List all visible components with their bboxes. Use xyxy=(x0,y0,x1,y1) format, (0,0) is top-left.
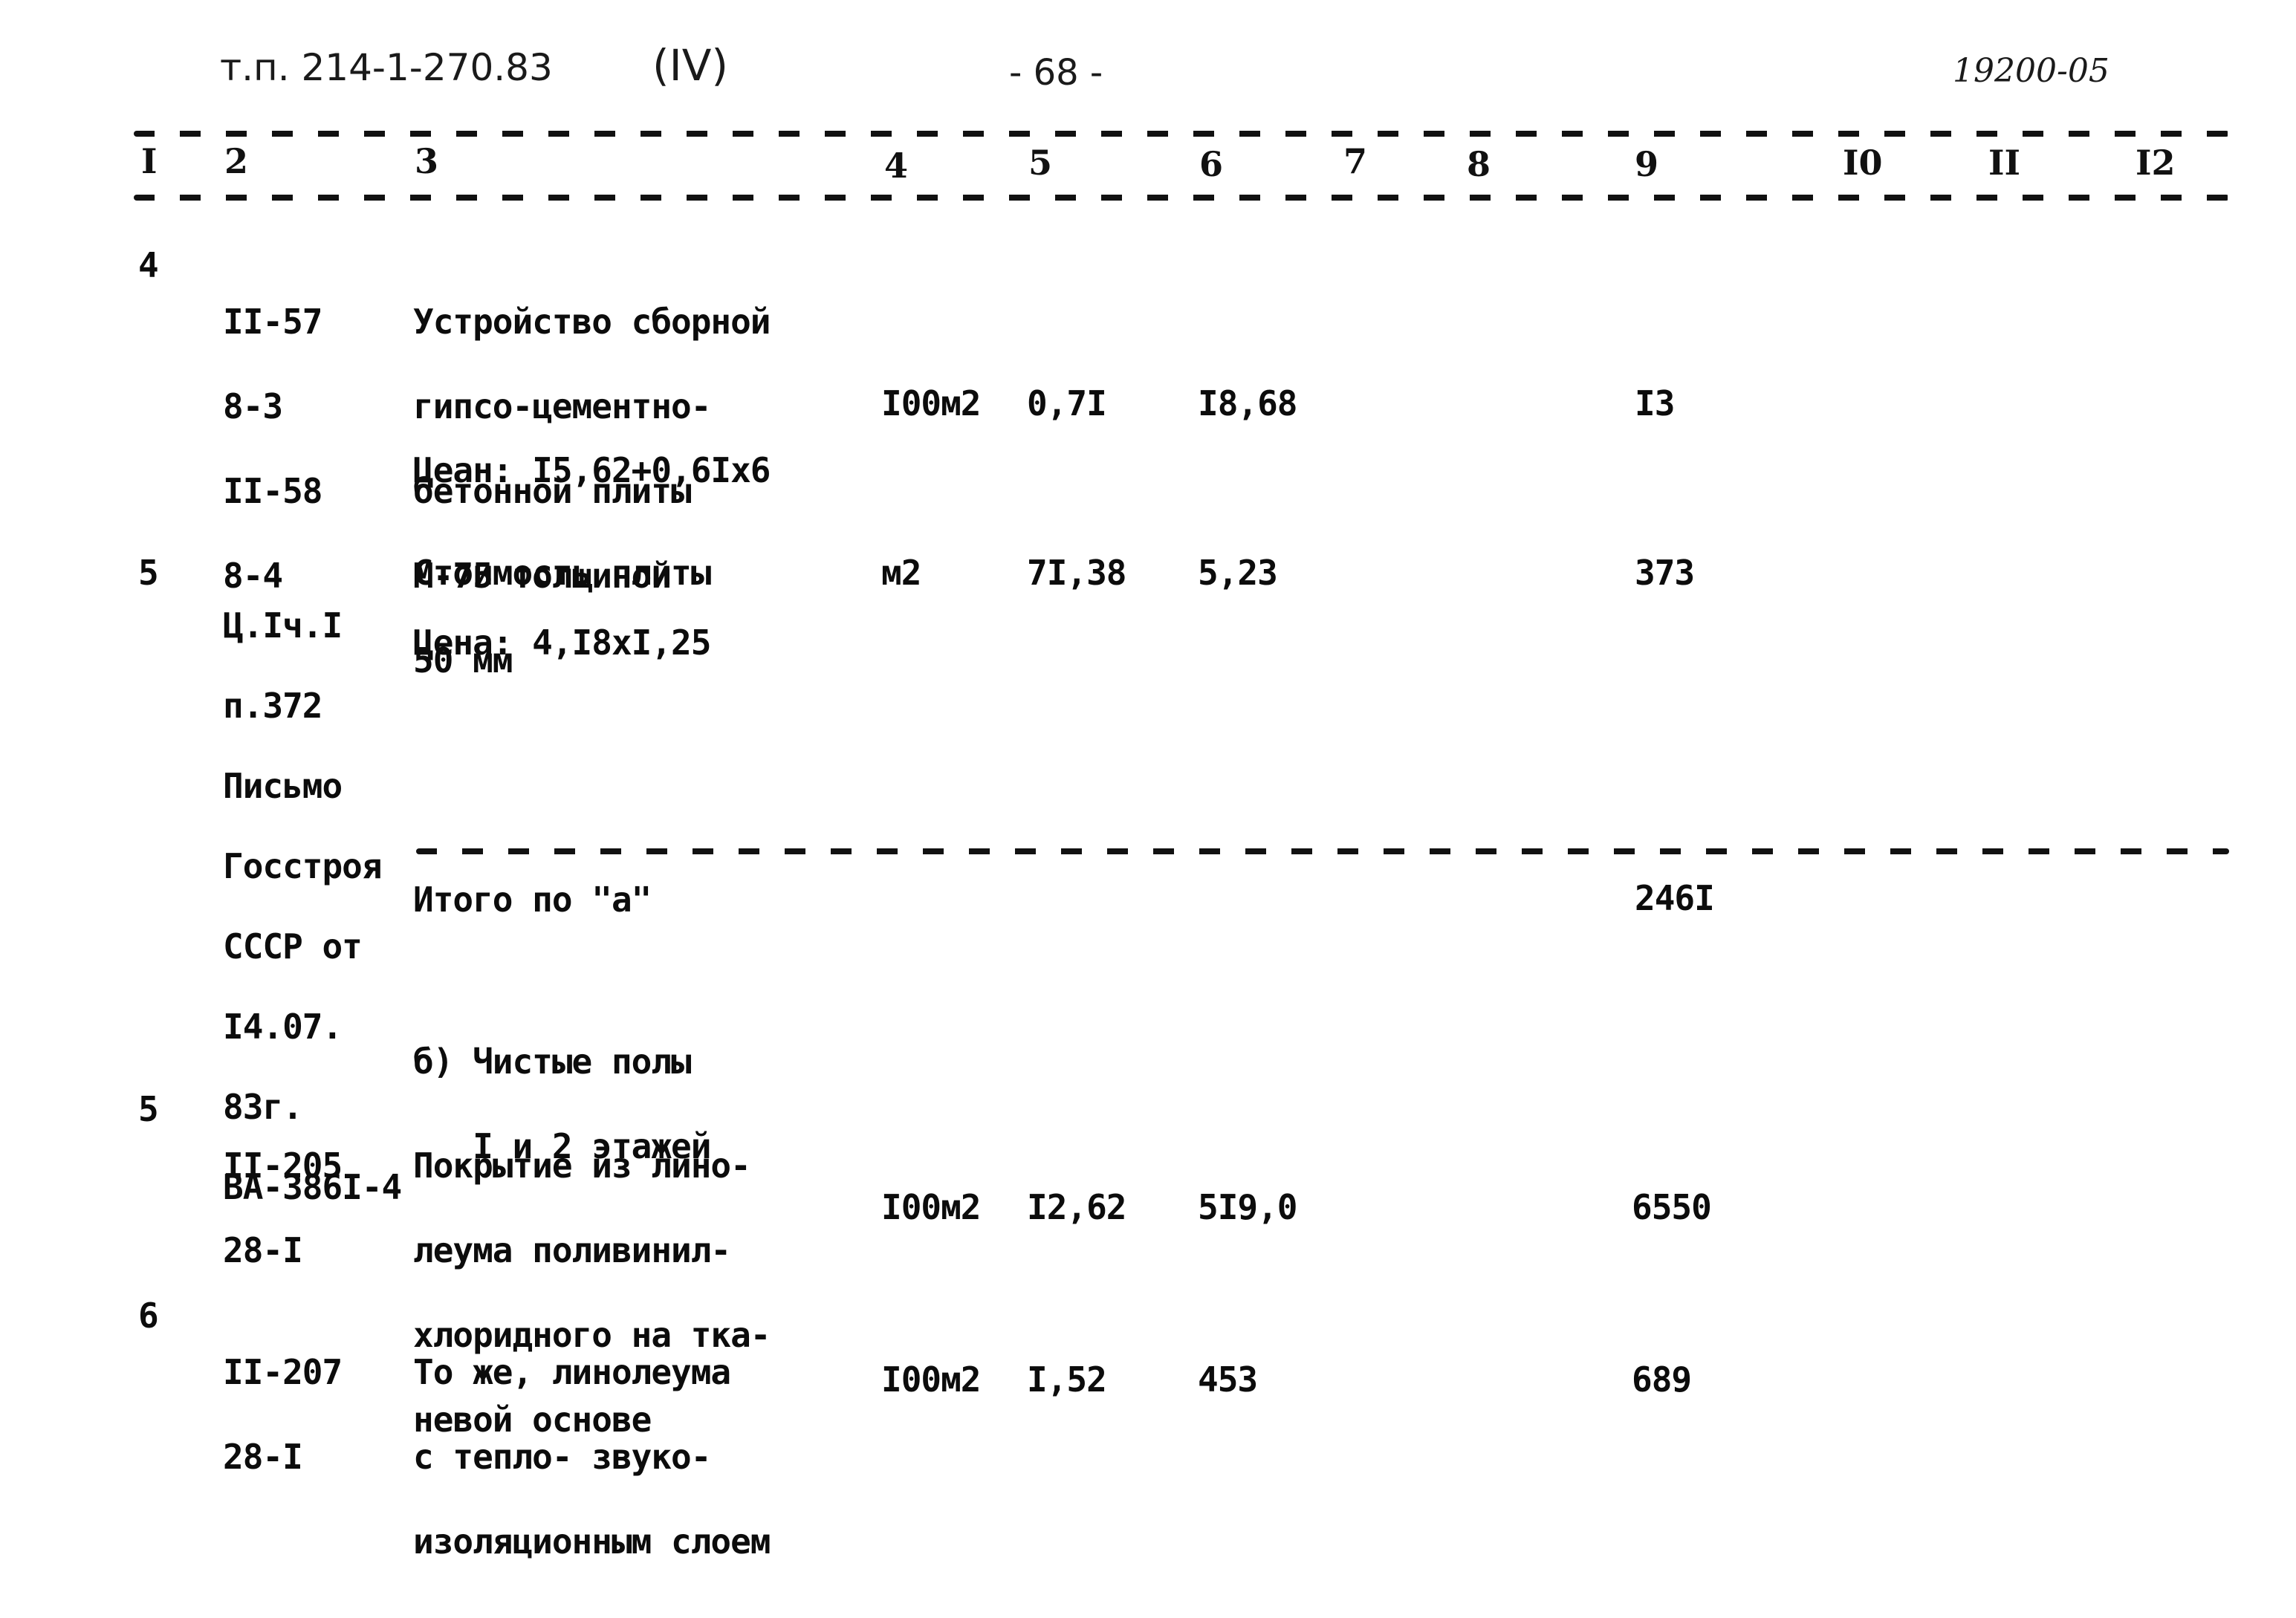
column-header: 5 xyxy=(1028,143,1053,183)
price-note: Цена: 4,I8xI,25 xyxy=(413,623,711,663)
row-number: 6 xyxy=(138,1296,159,1336)
row-number: 5 xyxy=(138,553,159,593)
row-number: 4 xyxy=(138,245,159,285)
unit: I00м2 xyxy=(881,383,981,423)
unit: I00м2 xyxy=(881,1187,981,1227)
unit-price: 5,23 xyxy=(1198,553,1278,593)
total-cost: 373 xyxy=(1635,553,1695,593)
quantity: I2,62 xyxy=(1027,1187,1126,1227)
column-header: 6 xyxy=(1199,144,1224,184)
column-header: 8 xyxy=(1467,144,1491,184)
column-header: 9 xyxy=(1635,144,1659,184)
document-reference: т.п. 214-1-270.83 xyxy=(220,46,553,89)
column-header: 4 xyxy=(884,146,909,186)
column-header: I2 xyxy=(2136,143,2176,183)
column-header: I xyxy=(141,141,158,181)
archive-number: 19200-05 xyxy=(1953,52,2109,90)
unit-price: 453 xyxy=(1198,1359,1258,1400)
subtotal-total: 246I xyxy=(1635,878,1715,918)
row-number: 5 xyxy=(138,1089,159,1129)
column-header: 3 xyxy=(415,141,439,181)
header-bottom-rule xyxy=(134,195,2229,201)
column-header: II xyxy=(1988,143,2021,183)
column-header: 7 xyxy=(1343,141,1368,181)
row-description: Стоимость плиты xyxy=(413,553,711,593)
total-cost: I3 xyxy=(1635,383,1675,423)
row-codes: II-207 28-I xyxy=(223,1352,343,1477)
column-header: 2 xyxy=(224,141,249,181)
total-cost: 689 xyxy=(1632,1359,1692,1400)
quantity: I,52 xyxy=(1027,1359,1107,1400)
row-codes: II-205 28-I xyxy=(223,1146,343,1270)
price-note: Цеан: I5,62+0,6Ix6 xyxy=(413,450,771,490)
volume-marker: (IV) xyxy=(652,40,729,91)
header-top-rule xyxy=(134,131,2229,137)
subtotal-rule xyxy=(416,848,2229,854)
subtotal-label: Итого по "а" xyxy=(413,880,652,920)
unit: I00м2 xyxy=(881,1359,981,1400)
unit-price: 5I9,0 xyxy=(1198,1187,1297,1227)
unit: м2 xyxy=(881,553,921,593)
quantity: 0,7I xyxy=(1027,383,1107,423)
quantity: 7I,38 xyxy=(1027,553,1126,593)
page-number: - 68 - xyxy=(1009,52,1103,94)
total-cost: 6550 xyxy=(1632,1187,1712,1227)
unit-price: I8,68 xyxy=(1198,383,1297,423)
column-header: I0 xyxy=(1843,143,1883,183)
row-description: То же, линолеума с тепло- звуко- изоляци… xyxy=(413,1352,771,1562)
